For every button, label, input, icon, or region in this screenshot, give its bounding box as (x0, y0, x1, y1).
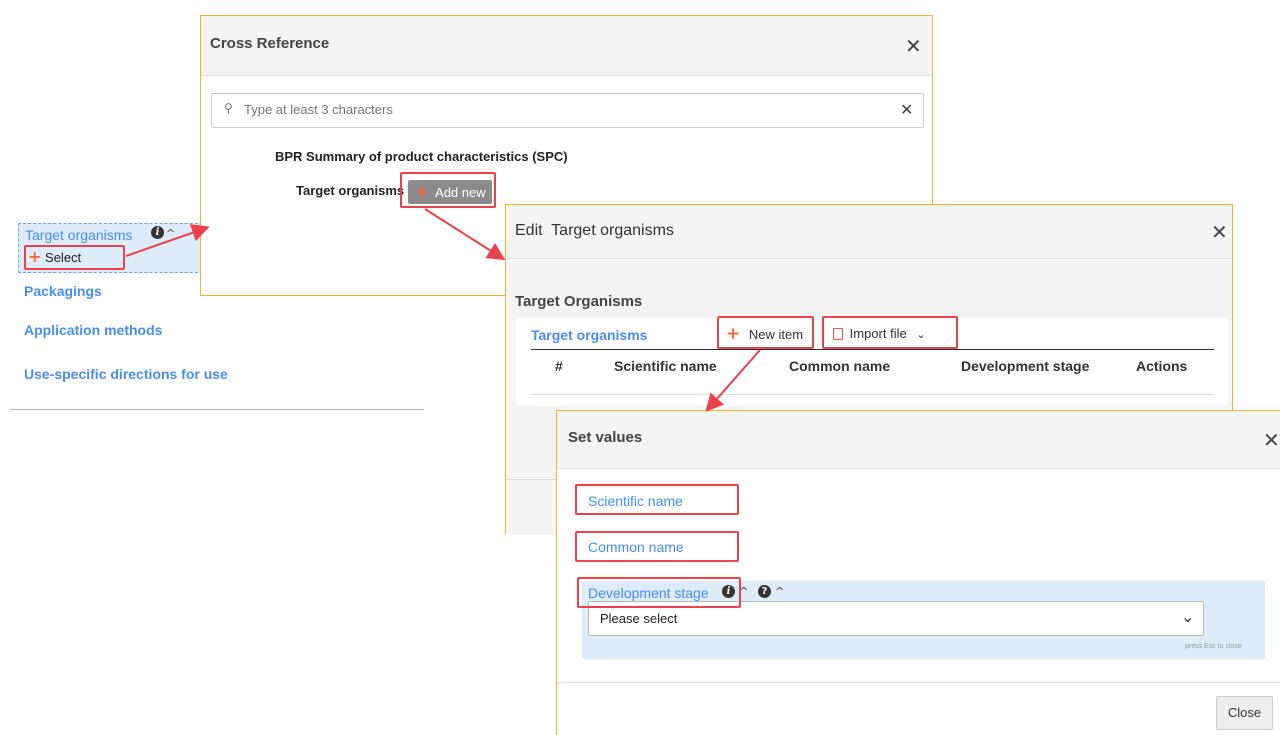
tab-target-organisms[interactable]: Target organisms (531, 327, 647, 343)
highlight-select (24, 245, 125, 270)
target-organisms-section-title: Target Organisms (515, 293, 643, 310)
target-organisms-label: Target organisms (296, 183, 405, 198)
column-header[interactable]: Development stage (961, 358, 1089, 374)
set-values-title: Set values (568, 429, 643, 446)
column-header[interactable]: Common name (789, 358, 890, 374)
chevron-down-icon: ⌄ (1181, 607, 1195, 626)
set-values-footer-divider (557, 682, 1280, 683)
column-header[interactable]: Scientific name (614, 358, 717, 374)
development-stage-value: Please select (600, 611, 678, 626)
close-icon[interactable]: ✕ (905, 36, 922, 56)
highlight-add-new (400, 172, 496, 208)
table-header-row: # Scientific name Common name Developmen… (531, 358, 1214, 378)
close-icon[interactable]: ✕ (1211, 222, 1228, 242)
spc-section-title: BPR Summary of product characteristics (… (275, 149, 568, 164)
table-header-line (531, 349, 1214, 350)
highlight-scientific-name (575, 484, 739, 515)
search-box[interactable]: ⚲ ✕ (211, 93, 924, 128)
search-icon: ⚲ (224, 101, 233, 115)
esc-hint: press Esc to close (1185, 643, 1242, 650)
edit-modal-header: Edit Target organisms ✕ (506, 205, 1232, 259)
info-icon[interactable]: i (151, 226, 164, 239)
sidebar-application-methods-link[interactable]: Application methods (24, 322, 162, 338)
set-values-header: Set values ✕ (557, 411, 1280, 469)
chevron-up-icon[interactable]: ^ (166, 227, 175, 240)
highlight-common-name (575, 531, 739, 562)
cross-reference-title: Cross Reference (210, 35, 330, 52)
sidebar-target-organisms-link[interactable]: Target organisms (25, 227, 132, 243)
help-icon[interactable]: ? (758, 585, 771, 598)
column-header: # (555, 358, 563, 374)
chevron-up-icon[interactable]: ^ (775, 585, 784, 598)
cross-reference-header: Cross Reference ✕ (201, 16, 932, 76)
highlight-import-file (822, 316, 958, 349)
edit-modal-title: Edit Target organisms (515, 222, 674, 239)
clear-search-icon[interactable]: ✕ (900, 102, 913, 118)
close-button-label: Close (1227, 705, 1262, 720)
set-values-modal: Set values ✕ Scientific name Common name… (556, 410, 1280, 735)
close-button[interactable]: Close (1216, 696, 1273, 730)
divider (10, 409, 424, 410)
table-row-divider (531, 394, 1214, 395)
search-input[interactable] (244, 102, 884, 117)
sidebar-packagings-link[interactable]: Packagings (24, 283, 102, 299)
sidebar-use-specific-link[interactable]: Use-specific directions for use (24, 366, 228, 382)
column-header: Actions (1136, 358, 1188, 374)
close-icon[interactable]: ✕ (1263, 430, 1280, 450)
highlight-new-item (717, 316, 814, 349)
highlight-development-stage (577, 577, 741, 608)
